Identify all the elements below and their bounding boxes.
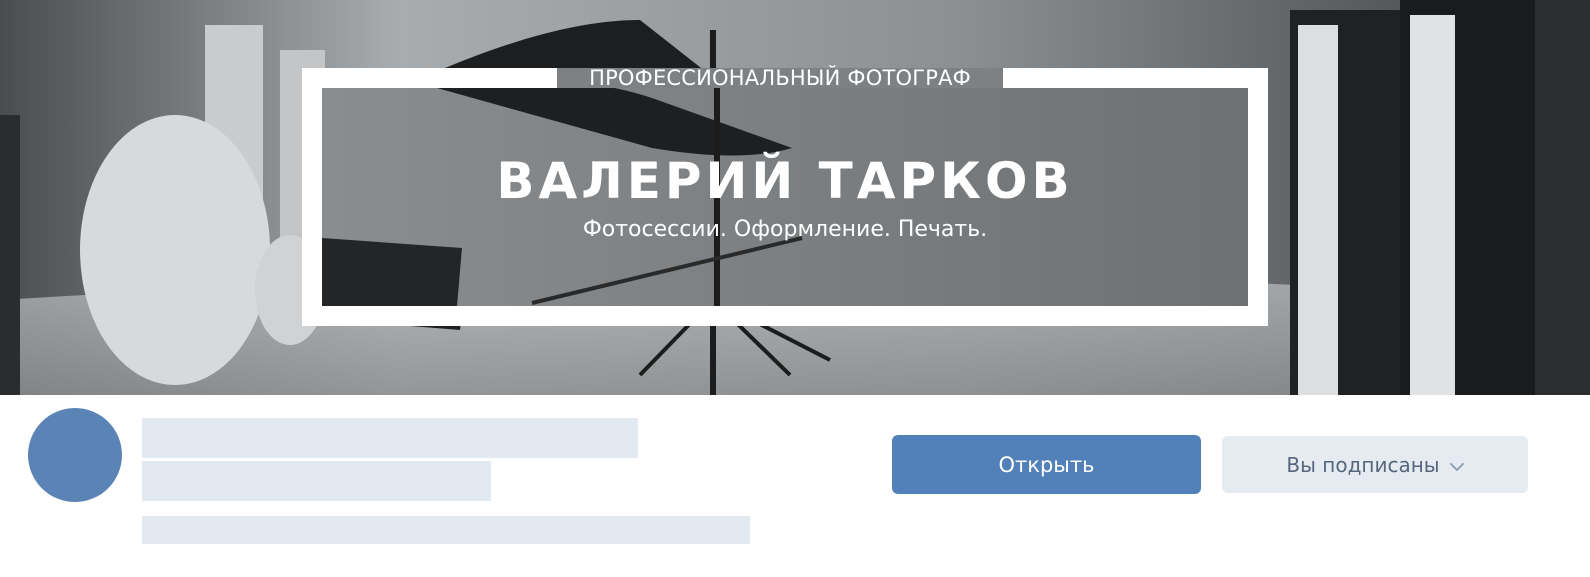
cover-kicker: ПРОФЕССИОНАЛЬНЫЙ ФОТОГРАФ bbox=[557, 64, 1003, 92]
cover-kicker-text: ПРОФЕССИОНАЛЬНЫЙ ФОТОГРАФ bbox=[589, 66, 971, 90]
community-info-placeholder bbox=[142, 516, 750, 544]
community-status-placeholder bbox=[142, 461, 491, 501]
avatar[interactable] bbox=[28, 408, 122, 502]
subscribed-button[interactable]: Вы подписаны bbox=[1222, 436, 1528, 493]
open-button[interactable]: Открыть bbox=[892, 435, 1201, 494]
cover-title: ВАЛЕРИЙ ТАРКОВ bbox=[496, 152, 1074, 210]
community-cover: ПРОФЕССИОНАЛЬНЫЙ ФОТОГРАФ ВАЛЕРИЙ ТАРКОВ… bbox=[0, 0, 1590, 395]
subscribed-button-label: Вы подписаны bbox=[1286, 452, 1440, 477]
community-name-placeholder bbox=[142, 418, 638, 458]
open-button-label: Открыть bbox=[998, 452, 1095, 477]
cover-subtitle: Фотосессии. Оформление. Печать. bbox=[582, 217, 988, 242]
chevron-down-icon bbox=[1449, 462, 1464, 471]
